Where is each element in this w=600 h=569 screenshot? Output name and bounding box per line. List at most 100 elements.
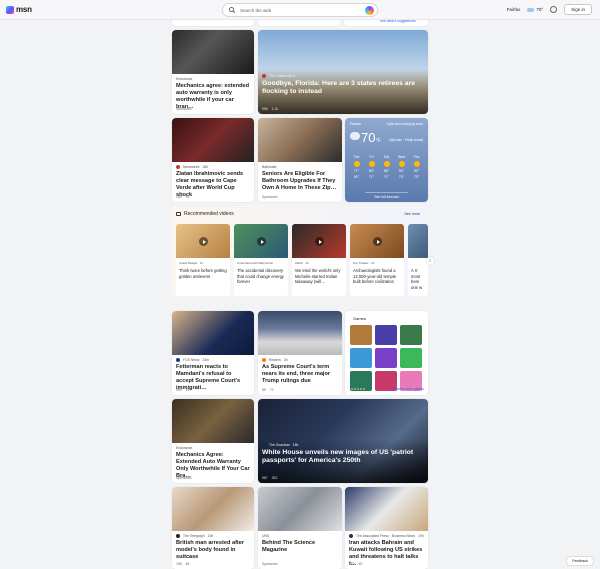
weather-location[interactable]: Fairfax	[350, 122, 361, 126]
card-time: 18h	[292, 443, 299, 447]
comment-count[interactable]: 72	[270, 388, 274, 392]
signin-button[interactable]: Sign in	[564, 4, 592, 15]
card-zlatan[interactable]: Newsweek 18h Zlatan Ibrahimovic sends cle…	[172, 118, 254, 202]
lo: 60°	[353, 175, 360, 179]
day-label: Sat	[383, 155, 390, 159]
sun-icon	[368, 161, 375, 167]
like-count[interactable]: 196	[176, 562, 182, 566]
comment-count[interactable]: 62	[359, 562, 363, 566]
forecast-days: Thu 77° 60° Fri 80° 71° Sat 86° 71° Wed 90° 70° …	[349, 154, 424, 180]
card-source: The Independent	[269, 74, 295, 78]
source-icon	[176, 165, 180, 169]
forecast-day[interactable]: Sat 86° 71°	[379, 154, 394, 180]
like-count[interactable]: 587	[262, 476, 268, 480]
video-card[interactable]: Cutest Badger · 1h Think twice before get…	[176, 224, 230, 296]
like-count[interactable]: 493	[176, 388, 182, 392]
like-count[interactable]: 144	[176, 195, 182, 199]
video-card[interactable]: · A rr mont here one w	[408, 224, 428, 296]
play-icon[interactable]	[315, 237, 324, 246]
card-passports[interactable]: The Guardian 18h White House unveils new …	[258, 399, 428, 483]
weather-indicator[interactable]: 70°	[527, 7, 543, 12]
games-heading[interactable]: Games	[353, 316, 366, 321]
game-tile[interactable]	[350, 325, 372, 345]
partly-cloudy-icon	[350, 132, 360, 140]
full-forecast-link[interactable]: See full forecast	[365, 192, 408, 199]
card-seniors[interactable]: Bathmate Seniors Are Eligible For Bathro…	[258, 118, 342, 202]
source-icon	[176, 358, 180, 362]
feedback-button[interactable]: Feedback	[566, 556, 594, 566]
card-scotus[interactable]: Reuters 3h As Supreme Court's term nears …	[258, 311, 342, 395]
sun-icon	[413, 161, 420, 167]
comment-count[interactable]: 157	[186, 388, 192, 392]
like-count[interactable]: 85	[262, 388, 266, 392]
video-title[interactable]: Think twice before getting golden retrie…	[179, 268, 227, 279]
comment-count[interactable]: 352	[272, 476, 278, 480]
card-source: The Telegraph	[183, 534, 205, 538]
search-box[interactable]: Search the web	[222, 3, 378, 17]
video-title[interactable]: The accidental discovery that could chan…	[237, 268, 285, 285]
card-source: Endurance	[176, 77, 193, 81]
location[interactable]: Fairfax	[507, 7, 521, 12]
video-title[interactable]: Archaeologists found a 12,000-year-old t…	[353, 268, 401, 285]
game-tile[interactable]	[400, 325, 422, 345]
card-time: 3h	[283, 358, 288, 362]
sponsored-label: Sponsored	[176, 476, 192, 480]
forecast-day[interactable]: Thu 92° 73°	[409, 154, 424, 180]
card-magazine[interactable]: UNS Behind The Science Magazine Sponsore…	[258, 487, 342, 569]
play-icon[interactable]	[257, 237, 266, 246]
comment-count[interactable]: 51	[186, 195, 190, 199]
video-icon	[176, 212, 181, 216]
lo: 71°	[368, 175, 375, 179]
card-title[interactable]: White House unveils new images of US 'pa…	[262, 449, 424, 465]
next-arrow-icon[interactable]: ›	[426, 257, 434, 265]
game-tile[interactable]	[375, 348, 397, 368]
video-title[interactable]: We tried the world's only Michelin-starr…	[295, 268, 343, 285]
game-tile[interactable]	[400, 348, 422, 368]
forecast-day[interactable]: Thu 77° 60°	[349, 154, 364, 180]
card-title[interactable]: As Supreme Court's term nears its end, t…	[262, 364, 338, 385]
game-tile[interactable]	[375, 325, 397, 345]
search-input[interactable]: Search the web	[240, 8, 271, 13]
explore-games-link[interactable]: Explore more games	[393, 387, 424, 391]
weather-card[interactable]: Fairfax Light rain coming up soon 70°F L…	[345, 118, 428, 202]
article-image	[172, 399, 254, 443]
card-title[interactable]: Goodbye, Florida: Here are 3 states reti…	[262, 80, 424, 96]
msn-logo[interactable]: msn	[6, 5, 32, 14]
card-title[interactable]: British man arrested after model's body …	[176, 540, 250, 561]
forecast-day[interactable]: Wed 90° 70°	[394, 154, 409, 180]
pager-dots[interactable]	[351, 388, 365, 390]
article-image	[258, 118, 342, 162]
card-fetterman[interactable]: FOX News 23m Fetterman reacts to Mamdani'…	[172, 311, 254, 395]
sponsored-label: Sponsored	[176, 107, 192, 111]
weather-unit: °F	[375, 138, 381, 144]
recommended-videos: Recommended videos See more Cutest Badge…	[172, 206, 428, 296]
games-card[interactable]: Games Explore more games	[345, 311, 428, 395]
card-title[interactable]: Behind The Science Magazine	[262, 540, 338, 554]
video-card[interactable]: Fox Theater · 1h Archaeologists found a 1…	[350, 224, 404, 296]
card-british[interactable]: The Telegraph 13h British man arrested af…	[172, 487, 254, 569]
card-iran[interactable]: The Associated Press · Business News 19h …	[345, 487, 428, 569]
games-grid	[350, 325, 422, 391]
video-card[interactable]: Underrated with Matt Farrell The accident…	[234, 224, 288, 296]
comment-count[interactable]: 84	[186, 562, 190, 566]
weather-alert[interactable]: Light rain coming up soon	[386, 122, 423, 126]
see-more-link[interactable]: See more	[404, 212, 420, 216]
like-count[interactable]: 986	[262, 107, 268, 111]
play-icon[interactable]	[373, 237, 382, 246]
forecast-day[interactable]: Fri 80° 71°	[364, 154, 379, 180]
video-title[interactable]: A rr mont here one w	[411, 268, 425, 290]
game-tile[interactable]	[350, 348, 372, 368]
feedback-label: Feedback	[572, 559, 588, 563]
play-icon[interactable]	[199, 237, 208, 246]
article-image	[172, 487, 254, 531]
card-florida[interactable]: The Independent Goodbye, Florida: Here a…	[258, 30, 428, 114]
settings-gear-icon[interactable]	[550, 6, 558, 13]
like-count[interactable]: 163	[349, 562, 355, 566]
comment-count[interactable]: 1.1k	[272, 107, 278, 111]
card-title[interactable]: Seniors Are Eligible For Bathroom Upgrad…	[262, 171, 338, 192]
card-warranty-2[interactable]: Endurance Mechanics Agree: Extended Auto…	[172, 399, 254, 483]
card-warranty-1[interactable]: Endurance Mechanics agree: extended auto…	[172, 30, 254, 114]
video-card[interactable]: Watch · 1h We tried the world's only Mich…	[292, 224, 346, 296]
copilot-icon[interactable]	[365, 6, 374, 15]
source-icon	[262, 358, 266, 362]
